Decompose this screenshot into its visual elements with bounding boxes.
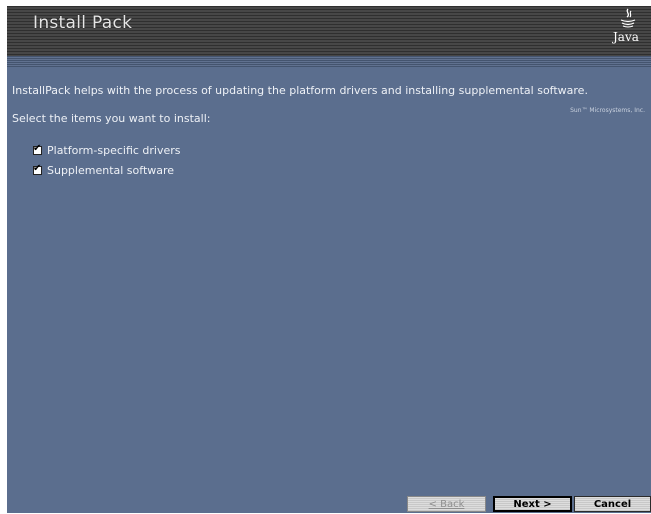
option-label: Platform-specific drivers — [47, 143, 181, 157]
back-button[interactable]: < Back — [407, 496, 486, 512]
select-prompt: Select the items you want to install: — [12, 112, 211, 125]
java-wordmark: Java — [613, 30, 639, 44]
install-options: ✔ Platform-specific drivers ✔ Supplement… — [33, 140, 648, 180]
header-bar: Install Pack Java — [7, 6, 651, 56]
cancel-button[interactable]: Cancel — [574, 496, 651, 512]
java-logo: Java — [611, 8, 645, 48]
java-cup-icon — [620, 8, 636, 28]
intro-text: InstallPack helps with the process of up… — [12, 84, 588, 97]
platform-drivers-checkbox[interactable]: ✔ — [33, 142, 42, 155]
option-label: Supplemental software — [47, 163, 175, 177]
supplemental-software-checkbox[interactable]: ✔ — [33, 162, 42, 175]
window-title: Install Pack — [33, 13, 133, 33]
checkmark-icon: ✔ — [33, 142, 42, 154]
vendor-band: Sun™ Microsystems, Inc. — [7, 56, 651, 114]
checkmark-icon: ✔ — [33, 162, 42, 174]
main-content: InstallPack helps with the process of up… — [12, 84, 648, 180]
next-button[interactable]: Next > — [493, 496, 572, 512]
option-supplemental-software[interactable]: ✔ Supplemental software — [33, 160, 648, 180]
button-bar: < Back Next > Cancel — [7, 496, 651, 513]
option-platform-drivers[interactable]: ✔ Platform-specific drivers — [33, 140, 648, 160]
installer-window: Install Pack Java Sun™ Microsystems, Inc… — [7, 6, 651, 513]
